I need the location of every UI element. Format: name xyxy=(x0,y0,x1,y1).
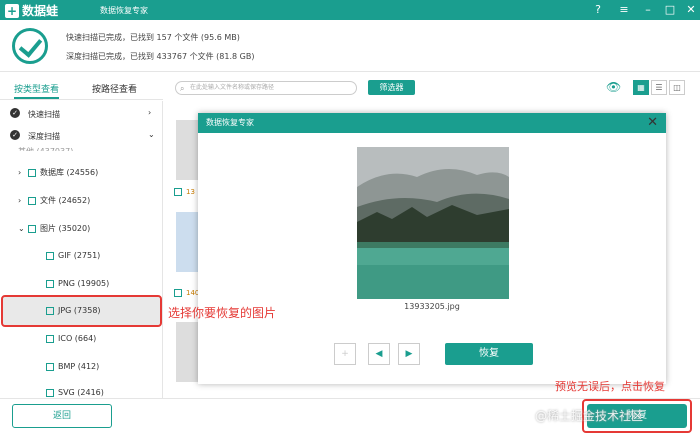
checkbox[interactable] xyxy=(46,279,54,288)
chevron-down-icon: ⌄ xyxy=(18,224,25,233)
close-icon[interactable]: ✕ xyxy=(683,2,699,18)
sidebar: ✓ 快速扫描 › ✓ 深度扫描 ⌄ 其他 (437037) › 数据库 (2455… xyxy=(0,101,163,398)
zoom-icon[interactable]: + xyxy=(334,343,356,365)
tab-path-view[interactable]: 按路径查看 xyxy=(92,82,137,95)
quick-scan-status: 快速扫描已完成，已找到 157 个文件 (95.6 MB) xyxy=(66,33,240,42)
sidebar-item-label: BMP (412) xyxy=(58,362,100,371)
chevron-right-icon[interactable]: › xyxy=(148,108,151,117)
detail-view-button[interactable]: ◫ xyxy=(669,80,685,95)
dialog-recover-button[interactable]: 恢复 xyxy=(445,343,533,365)
checkbox[interactable] xyxy=(28,196,36,205)
chevron-down-icon[interactable]: ⌄ xyxy=(148,130,155,139)
sidebar-item-bmp[interactable]: BMP (412) xyxy=(46,362,99,371)
image-preview xyxy=(357,147,509,299)
app-name: 数据蛙 xyxy=(22,4,59,18)
next-icon[interactable]: ▶ xyxy=(398,343,420,365)
file-thumbnail[interactable] xyxy=(176,120,198,180)
app-subtitle: 数据恢复专家 xyxy=(100,6,148,15)
sidebar-item-partial: 其他 (437037) xyxy=(18,146,73,151)
search-icon: ⌕ xyxy=(180,84,185,93)
app-logo: + 数据蛙 xyxy=(5,2,58,19)
checkbox[interactable] xyxy=(46,388,54,397)
checkbox[interactable] xyxy=(28,168,36,177)
minimize-icon[interactable]: – xyxy=(640,2,656,18)
file-thumbnail[interactable] xyxy=(176,322,198,382)
chevron-right-icon: › xyxy=(18,196,22,205)
menu-icon[interactable]: ≡ xyxy=(616,2,632,18)
file-thumbnail[interactable] xyxy=(176,212,198,272)
sidebar-item-quick-scan[interactable]: 快速扫描 xyxy=(28,109,60,120)
previous-icon[interactable]: ◀ xyxy=(368,343,390,365)
help-icon[interactable]: ? xyxy=(590,2,606,18)
sidebar-item-gif[interactable]: GIF (2751) xyxy=(46,251,100,260)
watermark: @稀土掘金技术社区 xyxy=(535,409,644,423)
sidebar-item-label: 数据库 (24556) xyxy=(40,168,99,177)
sidebar-item-label: SVG (2416) xyxy=(58,388,104,397)
file-label: 140 xyxy=(174,289,199,297)
checkbox[interactable] xyxy=(46,306,54,315)
title-bar: + 数据蛙 数据恢复专家 ? ≡ – □ ✕ xyxy=(0,0,700,20)
checkbox[interactable] xyxy=(46,251,54,260)
sidebar-item-label: PNG (19905) xyxy=(58,279,110,288)
sidebar-item-images[interactable]: ⌄ 图片 (35020) xyxy=(18,223,90,234)
checkbox[interactable] xyxy=(174,289,182,297)
sidebar-item-label: GIF (2751) xyxy=(58,251,101,260)
sidebar-item-svg[interactable]: SVG (2416) xyxy=(46,388,104,397)
chevron-right-icon: › xyxy=(18,168,22,177)
sidebar-item-png[interactable]: PNG (19905) xyxy=(46,279,109,288)
sidebar-item-documents[interactable]: › 文件 (24652) xyxy=(18,195,90,206)
file-label-text: 13 xyxy=(186,188,195,196)
sidebar-item-label: 文件 (24652) xyxy=(40,196,91,205)
file-label: 13 xyxy=(174,188,195,196)
sidebar-item-ico[interactable]: ICO (664) xyxy=(46,334,96,343)
list-view-button[interactable]: ☰ xyxy=(651,80,667,95)
sidebar-item-jpg[interactable]: JPG (7358) xyxy=(46,306,101,315)
search-input[interactable]: ⌕ 在此处输入文件名称或保存路径 xyxy=(175,81,357,95)
back-button[interactable]: 返回 xyxy=(12,404,112,428)
annotation-select: 选择你要恢复的图片 xyxy=(168,306,277,320)
plus-icon: + xyxy=(5,4,19,18)
deep-scan-status: 深度扫描已完成，已找到 433767 个文件 (81.8 GB) xyxy=(66,52,255,61)
sidebar-item-label: JPG (7358) xyxy=(58,306,101,315)
view-tabs: 按类型查看 按路径查看 xyxy=(0,78,163,100)
checkbox[interactable] xyxy=(174,188,182,196)
preview-dialog: 数据恢复专家 ✕ 13933205.jpg + ◀ ▶ 恢复 xyxy=(198,113,666,384)
check-circle-icon: ✓ xyxy=(10,130,20,140)
sidebar-item-label: ICO (664) xyxy=(58,334,97,343)
landscape-image xyxy=(357,147,509,299)
checkbox[interactable] xyxy=(46,334,54,343)
checkbox[interactable] xyxy=(28,224,36,233)
scan-status: 快速扫描已完成，已找到 157 个文件 (95.6 MB) 深度扫描已完成，已找… xyxy=(0,20,700,72)
check-circle-icon: ✓ xyxy=(10,108,20,118)
annotation-confirm: 预览无误后，点击恢复 xyxy=(555,380,665,393)
check-icon xyxy=(12,28,48,64)
tab-type-view[interactable]: 按类型查看 xyxy=(14,82,60,99)
eye-icon[interactable]: 👁 xyxy=(606,80,621,94)
grid-view-button[interactable]: ▦ xyxy=(633,80,649,95)
close-icon[interactable]: ✕ xyxy=(647,113,658,133)
dialog-title: 数据恢复专家 xyxy=(198,113,666,133)
sidebar-item-deep-scan[interactable]: 深度扫描 xyxy=(28,131,60,142)
maximize-icon[interactable]: □ xyxy=(662,2,678,18)
sidebar-item-database[interactable]: › 数据库 (24556) xyxy=(18,167,98,178)
checkbox[interactable] xyxy=(46,362,54,371)
sidebar-item-label: 图片 (35020) xyxy=(40,224,91,233)
search-placeholder: 在此处输入文件名称或保存路径 xyxy=(190,84,275,91)
filter-button[interactable]: 筛选器 xyxy=(368,80,415,95)
